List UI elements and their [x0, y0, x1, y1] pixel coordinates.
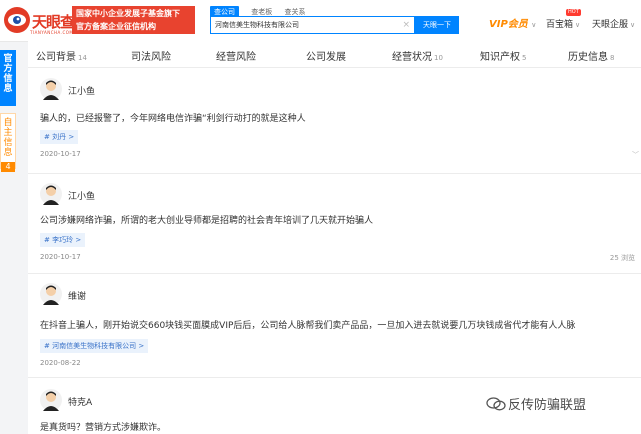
- user-avatar-icon[interactable]: [40, 183, 62, 205]
- comment-item: 维谢 在抖音上骗人，刚开始说交660块钱买面膜成VIP后后，公司给人脉帮我们卖产…: [28, 273, 641, 378]
- sidebar-self-label: 自主信息: [3, 118, 13, 158]
- tab-history-info[interactable]: 历史信息 8: [568, 48, 614, 63]
- comment-tag[interactable]: # 刘丹 >: [40, 130, 79, 144]
- comment-text: 骗人的，已经报警了，今年网络电信诈骗“利剑行动打的就是这种人: [40, 114, 306, 124]
- comment-date: 2020-08-22: [40, 359, 81, 367]
- tab-count: 8: [610, 54, 615, 62]
- top-header: 天眼查 TIANYANCHA.COM 国家中小企业发展子基金旗下 官方备案企业征…: [0, 0, 641, 42]
- comment-item: 江小鱼 骗人的，已经报警了，今年网络电信诈骗“利剑行动打的就是这种人 # 刘丹 …: [28, 68, 641, 174]
- chevron-down-icon: ∨: [575, 21, 581, 29]
- comment-list: 江小鱼 骗人的，已经报警了，今年网络电信诈骗“利剑行动打的就是这种人 # 刘丹 …: [28, 68, 641, 434]
- tianyancha-logo[interactable]: 天眼查 TIANYANCHA.COM: [2, 5, 80, 37]
- logo-text: 天眼查: [32, 13, 75, 31]
- tab-label: 历史信息: [568, 52, 608, 63]
- vip-member-link[interactable]: VIP会员 ∨: [489, 15, 536, 30]
- search-button[interactable]: 天眼一下: [415, 16, 459, 34]
- comment-text: 公司涉嫌网络诈骗，所谓的老大创业导师都是招聘的社会青年培训了几天就开始骗人: [40, 216, 374, 226]
- enterprise-service-label: 天眼企服: [592, 20, 629, 30]
- tab-label: 公司背景: [36, 52, 76, 63]
- tab-intellectual-property[interactable]: 知识产权 5: [480, 48, 526, 63]
- tab-label: 司法风险: [131, 52, 171, 63]
- view-count: 25 浏览: [609, 254, 635, 262]
- tab-label: 经营风险: [216, 52, 256, 63]
- tab-label: 经营状况: [392, 52, 432, 63]
- comment-item: 江小鱼 公司涉嫌网络诈骗，所谓的老大创业导师都是招聘的社会青年培训了几天就开始骗…: [28, 173, 641, 274]
- comment-tag[interactable]: # 河南信美生物科技有限公司 >: [40, 339, 149, 353]
- enterprise-service-link[interactable]: 天眼企服 ∨: [592, 17, 635, 30]
- tab-count: 14: [78, 54, 87, 62]
- comment-username[interactable]: 江小鱼: [68, 84, 95, 97]
- sidebar-tab-self-info[interactable]: 自主信息 4: [0, 113, 16, 172]
- tab-count: 5: [522, 54, 527, 62]
- chevron-down-icon[interactable]: ﹀: [632, 150, 639, 160]
- official-banner: 国家中小企业发展子基金旗下 官方备案企业征信机构: [72, 6, 195, 34]
- tab-label: 知识产权: [480, 52, 520, 63]
- eye-logo-icon: [4, 7, 30, 33]
- comment-username[interactable]: 江小鱼: [68, 189, 95, 202]
- tab-count: 10: [434, 54, 443, 62]
- search-input-value: 河南信美生物科技有限公司: [215, 21, 299, 29]
- tab-operating-status[interactable]: 经营状况 10: [392, 48, 443, 63]
- comment-username[interactable]: 维谢: [68, 289, 86, 302]
- wechat-watermark: 反传防骗联盟: [486, 394, 586, 413]
- tab-company-development[interactable]: 公司发展: [306, 48, 348, 63]
- chevron-down-icon: ∨: [531, 21, 537, 29]
- treasure-box-label: 百宝箱: [546, 20, 574, 30]
- sidebar-tab-official-info[interactable]: 官方信息: [0, 50, 16, 106]
- user-avatar-icon[interactable]: [40, 283, 62, 305]
- treasure-box-link[interactable]: 百宝箱 ∨: [546, 17, 580, 30]
- vip-label: VIP会员: [489, 19, 528, 30]
- self-info-count-badge: 4: [1, 162, 15, 172]
- tab-company-background[interactable]: 公司背景 14: [36, 48, 87, 63]
- banner-line-1: 国家中小企业发展子基金旗下: [76, 9, 180, 18]
- tab-label: 公司发展: [306, 52, 346, 63]
- category-tab-bar: 公司背景 14 司法风险 经营风险 公司发展 经营状况 10 知识产权 5 历史信息 8: [28, 41, 641, 68]
- tab-operating-risk[interactable]: 经营风险: [216, 48, 258, 63]
- tab-judicial-risk[interactable]: 司法风险: [131, 48, 173, 63]
- banner-line-2: 官方备案企业征信机构: [76, 22, 156, 31]
- user-avatar-icon[interactable]: [40, 78, 62, 100]
- comment-date: 2020-10-17: [40, 150, 81, 158]
- hot-badge: HOT: [566, 9, 581, 16]
- logo-subtext: TIANYANCHA.COM: [30, 30, 74, 35]
- clear-icon[interactable]: ×: [402, 17, 410, 33]
- watermark-text: 反传防骗联盟: [508, 398, 587, 413]
- comment-username[interactable]: 特克A: [68, 395, 92, 408]
- wechat-icon: [486, 397, 506, 411]
- search-input[interactable]: 河南信美生物科技有限公司 ×: [210, 16, 415, 34]
- user-avatar-icon[interactable]: [40, 389, 62, 411]
- comment-tag[interactable]: # 李巧玲 >: [40, 233, 86, 247]
- chevron-down-icon: ∨: [630, 21, 636, 29]
- comment-date: 2020-10-17: [40, 253, 81, 261]
- comment-text: 是真货吗？营销方式涉嫌欺诈。: [40, 423, 167, 433]
- comment-text: 在抖音上骗人，刚开始说交660块钱买面膜成VIP后后，公司给人脉帮我们卖产品品，…: [40, 321, 576, 331]
